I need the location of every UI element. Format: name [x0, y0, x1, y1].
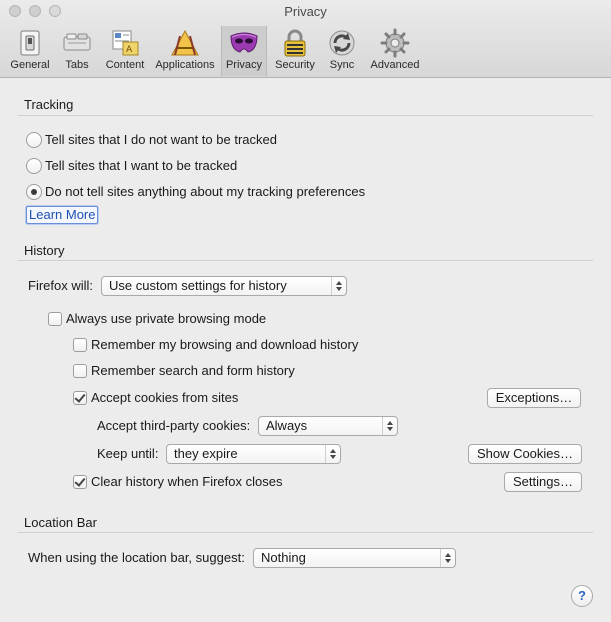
select-value: Use custom settings for history [109, 278, 287, 293]
private-browsing-checkbox[interactable] [48, 312, 62, 326]
preferences-window: Privacy General Tabs A Content Applicati… [0, 0, 611, 622]
select-value: Always [266, 418, 308, 433]
learn-more-link[interactable]: Learn More [26, 206, 99, 224]
history-section-title: History [24, 243, 65, 258]
radio-label: Tell sites that I want to be tracked [45, 158, 238, 173]
tab-content[interactable]: A Content [100, 26, 150, 76]
window-title: Privacy [284, 4, 327, 19]
help-button[interactable]: ? [571, 585, 593, 607]
svg-text:A: A [126, 45, 133, 55]
applications-icon [171, 29, 199, 56]
tab-label: Privacy [225, 59, 263, 71]
radio-label: Do not tell sites anything about my trac… [45, 184, 366, 199]
tab-label: Sync [329, 59, 355, 71]
content-icon: A [112, 30, 139, 56]
remember-browsing-checkbox[interactable] [73, 338, 87, 352]
radio-label: Tell sites that I do not want to be trac… [45, 132, 277, 147]
chevron-updown-icon [331, 277, 346, 295]
tab-applications[interactable]: Applications [152, 26, 218, 76]
chevron-updown-icon [325, 445, 340, 463]
accept-cookies-checkbox[interactable] [73, 391, 87, 405]
tab-label: Applications [155, 59, 215, 71]
remember-search-checkbox[interactable] [73, 364, 87, 378]
sync-icon [329, 30, 355, 56]
checkbox-label: Always use private browsing mode [66, 311, 267, 326]
keep-until-select[interactable]: they expire [166, 444, 341, 464]
history-mode-select[interactable]: Use custom settings for history [101, 276, 347, 296]
checkbox-label: Clear history when Firefox closes [91, 474, 283, 489]
tab-label: Advanced [370, 59, 420, 71]
show-cookies-button[interactable]: Show Cookies… [468, 444, 582, 464]
select-value: they expire [174, 446, 238, 461]
lock-icon [284, 29, 306, 57]
third-party-cookies-select[interactable]: Always [258, 416, 398, 436]
keep-until-label: Keep until: [97, 446, 159, 461]
location-bar-section-title: Location Bar [24, 515, 97, 530]
firefox-will-label: Firefox will: [28, 278, 94, 293]
tab-privacy[interactable]: Privacy [221, 26, 267, 76]
tracking-section-title: Tracking [24, 97, 74, 112]
tab-sync[interactable]: Sync [322, 26, 362, 76]
select-value: Nothing [261, 550, 306, 565]
tab-advanced[interactable]: Advanced [366, 26, 424, 76]
tab-label: General [10, 59, 50, 71]
tab-tabs[interactable]: Tabs [56, 26, 98, 76]
tab-label: Security [275, 59, 315, 71]
switch-icon [20, 30, 40, 56]
radio-want-tracked[interactable] [26, 158, 42, 174]
tab-security[interactable]: Security [271, 26, 319, 76]
section-divider [18, 260, 593, 261]
tabs-icon [63, 33, 91, 51]
radio-do-not-track[interactable] [26, 132, 42, 148]
checkbox-label: Remember search and form history [91, 363, 295, 378]
chevron-updown-icon [382, 417, 397, 435]
section-divider [18, 115, 593, 116]
titlebar: Privacy General Tabs A Content Applicati… [0, 0, 611, 78]
chevron-updown-icon [440, 549, 455, 567]
settings-button[interactable]: Settings… [504, 472, 582, 492]
checkbox-label: Remember my browsing and download histor… [91, 337, 359, 352]
question-icon: ? [578, 588, 586, 603]
tab-label: Tabs [65, 59, 89, 71]
checkbox-label: Accept cookies from sites [91, 390, 239, 405]
tab-general[interactable]: General [4, 26, 56, 76]
section-divider [18, 532, 593, 533]
location-suggest-select[interactable]: Nothing [253, 548, 456, 568]
exceptions-button[interactable]: Exceptions… [487, 388, 581, 408]
clear-history-checkbox[interactable] [73, 475, 87, 489]
third-party-cookies-label: Accept third-party cookies: [97, 418, 251, 433]
gear-icon [380, 28, 410, 58]
radio-no-preference[interactable] [26, 184, 42, 200]
location-suggest-label: When using the location bar, suggest: [28, 550, 245, 565]
mask-icon [230, 32, 258, 53]
tab-label: Content [105, 59, 145, 71]
